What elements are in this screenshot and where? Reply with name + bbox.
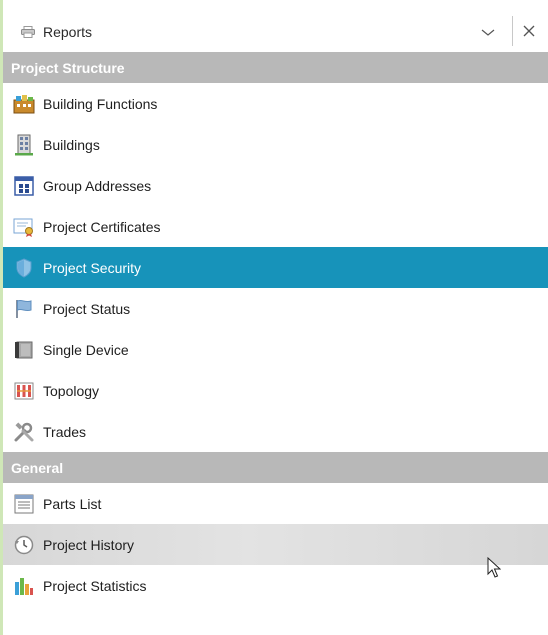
report-item-label: Topology [43,382,100,399]
shield-icon [13,257,35,279]
report-item-label: Single Device [43,341,129,358]
report-item-project-statistics[interactable]: Project Statistics [3,565,548,606]
report-item-project-status[interactable]: Project Status [3,288,548,329]
flag-icon [13,298,35,320]
building-icon [13,134,35,156]
reports-panel: Reports Project Structure Building Funct… [0,0,548,635]
close-icon[interactable] [520,22,538,40]
chevron-down-icon[interactable] [480,24,496,40]
report-item-building-functions[interactable]: Building Functions [3,83,548,124]
section-header-project-structure: Project Structure [3,52,548,83]
statistics-icon [13,575,35,597]
report-item-buildings[interactable]: Buildings [3,124,548,165]
report-item-project-history[interactable]: Project History [3,524,548,565]
report-item-group-addresses[interactable]: Group Addresses [3,165,548,206]
printer-icon [21,25,35,39]
report-item-label: Project Status [43,300,131,317]
report-item-project-security[interactable]: Project Security [3,247,548,288]
report-item-label: Project Certificates [43,218,161,235]
parts-list-icon [13,493,35,515]
topology-icon [13,380,35,402]
history-icon [13,534,35,556]
header-separator [512,16,513,46]
report-item-label: Building Functions [43,95,158,112]
panel-title: Reports [43,24,93,40]
building-functions-icon [13,93,35,115]
certificate-icon [13,216,35,238]
report-item-parts-list[interactable]: Parts List [3,483,548,524]
report-item-label: Project History [43,536,135,553]
report-item-label: Project Security [43,259,142,276]
report-item-project-certificates[interactable]: Project Certificates [3,206,548,247]
tools-icon [13,421,35,443]
report-item-trades[interactable]: Trades [3,411,548,452]
panel-header: Reports [3,12,548,52]
report-item-label: Project Statistics [43,577,147,594]
section-header-general: General [3,452,548,483]
report-item-label: Parts List [43,495,102,512]
device-icon [13,339,35,361]
report-item-label: Buildings [43,136,100,153]
report-item-label: Trades [43,423,87,440]
report-item-single-device[interactable]: Single Device [3,329,548,370]
report-item-topology[interactable]: Topology [3,370,548,411]
mouse-cursor-icon [487,556,502,579]
group-addresses-icon [13,175,35,197]
report-item-label: Group Addresses [43,177,152,194]
